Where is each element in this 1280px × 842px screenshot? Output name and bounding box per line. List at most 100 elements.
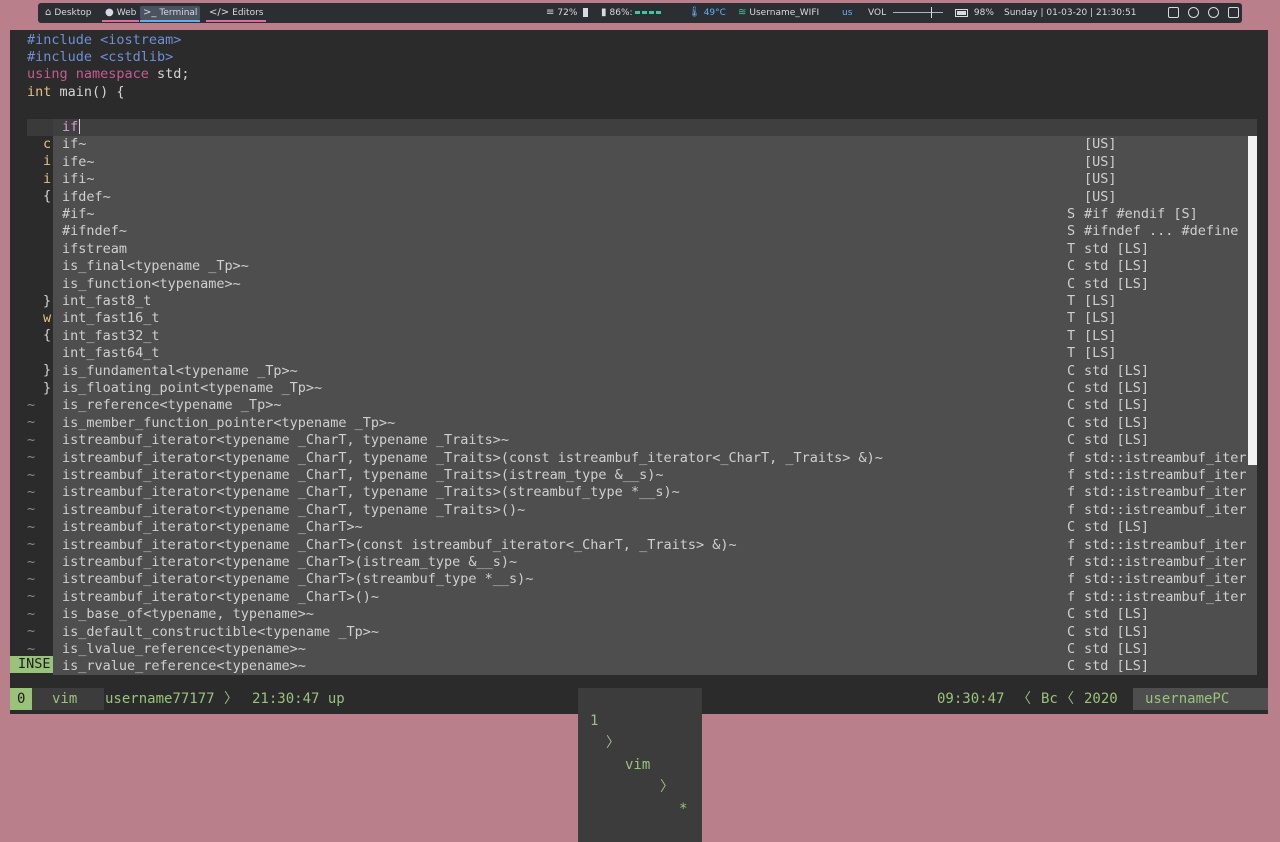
empty-line-marker: ~ bbox=[27, 623, 36, 640]
completion-source: std::istreambuf_iter bbox=[1084, 467, 1247, 483]
tag-terminal-label: Terminal bbox=[159, 8, 198, 18]
window-name[interactable]: vim bbox=[32, 688, 104, 710]
logout-icon[interactable] bbox=[1227, 7, 1239, 18]
completion-source: std [LS] bbox=[1084, 397, 1150, 414]
preprocessor-keyword: #include bbox=[27, 32, 93, 48]
completion-source: std [LS] bbox=[1084, 432, 1150, 449]
tag-terminal[interactable]: >_ Terminal bbox=[140, 6, 201, 22]
window-index[interactable]: 0 bbox=[10, 688, 32, 710]
popup-scrollbar-thumb[interactable] bbox=[1248, 136, 1257, 465]
empty-line-marker: ~ bbox=[27, 466, 36, 483]
completion-kind: C bbox=[1067, 397, 1076, 414]
completion-source: std [LS] bbox=[1084, 240, 1150, 257]
completion-word: is_rvalue_reference<typename>~ bbox=[62, 658, 306, 675]
volume-slider[interactable] bbox=[892, 7, 943, 18]
pane-index: 1 bbox=[590, 713, 599, 729]
completion-word: is_default_constructible<typename _Tp>~ bbox=[62, 623, 379, 640]
completion-word: istreambuf_iterator<typename _CharT, typ… bbox=[62, 467, 664, 483]
completion-item[interactable]: int_fast8_t T [LS] bbox=[53, 293, 1257, 310]
empty-line-marker: ~ bbox=[27, 501, 36, 518]
completion-kind: C bbox=[1067, 641, 1076, 657]
completion-item[interactable]: is_lvalue_reference<typename>~ Cstd [LS] bbox=[53, 641, 1257, 658]
tag-web[interactable]: ● Web bbox=[102, 6, 140, 22]
completion-item[interactable]: ifstream Tstd [LS] bbox=[53, 241, 1257, 258]
completion-item[interactable]: #ifndef~ S #ifndef ... #define bbox=[53, 223, 1257, 240]
status-day: Bc bbox=[1041, 691, 1058, 707]
current-line-highlight bbox=[27, 119, 53, 136]
completion-item[interactable]: istreambuf_iterator<typename _CharT>(con… bbox=[53, 537, 1257, 554]
completion-item[interactable]: int_fast64_t T [LS] bbox=[53, 345, 1257, 362]
empty-line-marker: ~ bbox=[27, 605, 36, 622]
lock-icon[interactable] bbox=[1168, 7, 1179, 18]
wifi-widget[interactable]: ≋ Username_WIFI bbox=[738, 6, 819, 20]
completion-item[interactable]: is_reference<typename _Tp>~ Cstd [LS] bbox=[53, 397, 1257, 414]
completion-item[interactable]: int_fast32_t T [LS] bbox=[53, 328, 1257, 345]
temperature-widget: 🌡 49°C bbox=[688, 6, 726, 20]
completion-word: istreambuf_iterator<typename _CharT>(con… bbox=[62, 536, 737, 553]
completion-kind: S bbox=[1067, 206, 1076, 222]
completion-kind: C bbox=[1067, 414, 1076, 431]
tag-editors-label: Editors bbox=[232, 8, 264, 18]
completion-item[interactable]: ife~ [US] bbox=[53, 154, 1257, 171]
tag-desktop[interactable]: ⌂ Desktop bbox=[42, 6, 94, 20]
completion-kind: C bbox=[1067, 258, 1076, 275]
memory-icon: ▮ bbox=[601, 7, 607, 18]
power-icon[interactable] bbox=[1187, 7, 1199, 18]
completion-source: std::istreambuf_iter bbox=[1084, 449, 1247, 466]
completion-popup[interactable]: if if~ [US] ife~ [US] ifi~ [US] ifdef~ [US] #if~… bbox=[53, 119, 1257, 675]
completion-source: std::istreambuf_iter bbox=[1084, 554, 1247, 570]
completion-item[interactable]: istreambuf_iterator<typename _CharT, typ… bbox=[53, 467, 1257, 484]
completion-item[interactable]: istreambuf_iterator<typename _CharT, typ… bbox=[53, 502, 1257, 519]
completion-kind: f bbox=[1067, 571, 1076, 588]
completion-kind: T bbox=[1067, 293, 1076, 309]
completion-item[interactable]: if~ [US] bbox=[53, 136, 1257, 153]
memory-value: 86%: bbox=[609, 8, 633, 18]
completion-item[interactable]: is_final<typename _Tp>~ Cstd [LS] bbox=[53, 258, 1257, 275]
completion-source: std::istreambuf_iter bbox=[1084, 571, 1247, 588]
completion-item[interactable]: istreambuf_iterator<typename _CharT, typ… bbox=[53, 484, 1257, 501]
wifi-name: Username_WIFI bbox=[749, 8, 820, 18]
completion-item[interactable]: istreambuf_iterator<typename _CharT>~ Cst… bbox=[53, 519, 1257, 536]
completion-kind: C bbox=[1067, 432, 1076, 449]
completion-item[interactable]: istreambuf_iterator<typename _CharT, typ… bbox=[53, 450, 1257, 467]
completion-item[interactable]: #if~ S #if #endif [S] bbox=[53, 206, 1257, 223]
completion-item[interactable]: istreambuf_iterator<typename _CharT, typ… bbox=[53, 432, 1257, 449]
completion-word: int_fast8_t bbox=[62, 293, 152, 309]
volume-widget[interactable]: VOL bbox=[868, 6, 943, 20]
tag-editors[interactable]: </> Editors bbox=[206, 6, 267, 22]
completion-source: [US] bbox=[1084, 188, 1117, 205]
completion-source: [US] bbox=[1084, 171, 1117, 188]
empty-line-marker: ~ bbox=[27, 518, 36, 535]
completion-word: is_lvalue_reference<typename>~ bbox=[62, 641, 306, 657]
completion-item[interactable]: is_default_constructible<typename _Tp>~ C… bbox=[53, 624, 1257, 641]
tag-terminal-underline bbox=[140, 20, 201, 22]
completion-item[interactable]: is_floating_point<typename _Tp>~ Cstd [LS… bbox=[53, 380, 1257, 397]
thermometer-icon: 🌡 bbox=[688, 7, 701, 18]
terminal-window[interactable]: #include <iostream> #include <cstdlib> u… bbox=[10, 30, 1268, 714]
completion-kind: C bbox=[1067, 623, 1076, 640]
completion-item[interactable]: int_fast16_t T [LS] bbox=[53, 310, 1257, 327]
completion-item[interactable]: is_base_of<typename, typename>~ Cstd [LS] bbox=[53, 606, 1257, 623]
completion-word: is_function<typename>~ bbox=[62, 275, 241, 292]
completion-source: std::istreambuf_iter bbox=[1084, 484, 1247, 501]
completion-item[interactable]: is_fundamental<typename _Tp>~ Cstd [LS] bbox=[53, 363, 1257, 380]
function-signature: main() { bbox=[51, 84, 125, 100]
completion-source: #if #endif [S] bbox=[1084, 206, 1198, 222]
completion-item[interactable]: istreambuf_iterator<typename _CharT>(ist… bbox=[53, 554, 1257, 571]
datetime: Sunday | 01-03-20 | 21:30:51 bbox=[1004, 8, 1137, 18]
completion-item[interactable]: ifdef~ [US] bbox=[53, 189, 1257, 206]
completion-item[interactable]: is_member_function_pointer<typename _Tp>… bbox=[53, 415, 1257, 432]
status-uptime: 21:30:47 up bbox=[252, 691, 345, 707]
using-keyword: using bbox=[27, 66, 68, 82]
empty-line-marker: ~ bbox=[27, 553, 36, 570]
restart-icon[interactable] bbox=[1207, 7, 1219, 18]
completion-item[interactable]: istreambuf_iterator<typename _CharT>()~ f… bbox=[53, 589, 1257, 606]
completion-item[interactable]: istreambuf_iterator<typename _CharT>(str… bbox=[53, 571, 1257, 588]
completion-item[interactable]: is_rvalue_reference<typename>~ Cstd [LS] bbox=[53, 658, 1257, 675]
disk-widget: ≡ 72% bbox=[546, 6, 589, 20]
completion-item[interactable]: is_function<typename>~ Cstd [LS] bbox=[53, 276, 1257, 293]
completion-item[interactable]: ifi~ [US] bbox=[53, 171, 1257, 188]
completion-source: std [LS] bbox=[1084, 606, 1150, 623]
code-icon: </> bbox=[209, 7, 230, 18]
completion-word: istreambuf_iterator<typename _CharT>~ bbox=[62, 519, 363, 536]
